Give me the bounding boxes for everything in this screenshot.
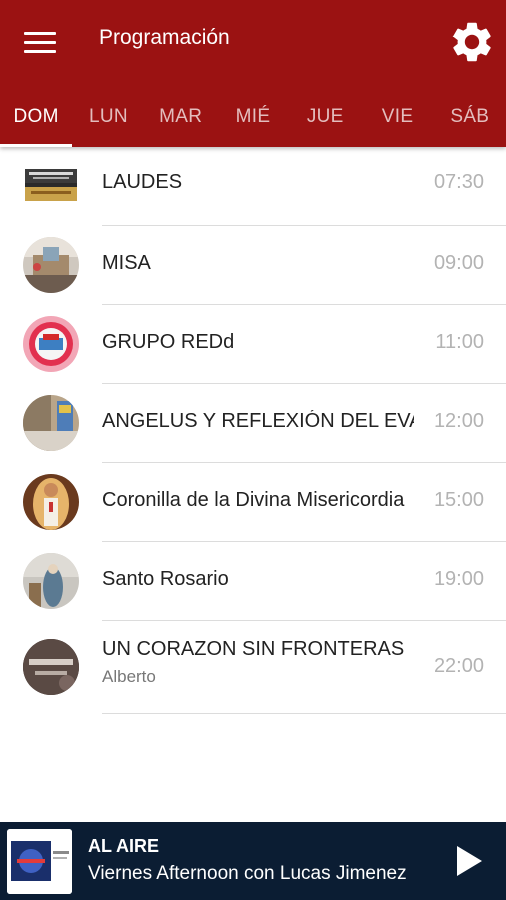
program-host: Alberto xyxy=(102,667,156,686)
program-title: LAUDES xyxy=(102,171,183,193)
program-thumbnail xyxy=(23,316,79,372)
schedule-item[interactable]: ANGELUS Y REFLEXIÓN DEL EVANGELIO 12:00 xyxy=(0,384,506,463)
schedule-item[interactable]: Santo Rosario 19:00 xyxy=(0,542,506,621)
hamburger-menu-icon[interactable] xyxy=(18,24,62,60)
program-title: ANGELUS Y REFLEXIÓN DEL EVANGELIO xyxy=(102,410,414,432)
program-thumbnail xyxy=(23,237,79,293)
program-time: 09:00 xyxy=(433,252,484,274)
program-time: 11:00 xyxy=(435,331,484,353)
program-title: MISA xyxy=(102,252,151,274)
play-icon[interactable] xyxy=(448,840,490,882)
now-playing-show: Viernes Afternoon con Lucas Jimenez xyxy=(88,863,407,884)
program-thumbnail xyxy=(25,169,77,201)
schedule-list: LAUDES 07:30 MISA 09:00 GRUPO REDd 11:00… xyxy=(0,147,506,714)
tab-jue[interactable]: JUE xyxy=(289,86,361,147)
schedule-item[interactable]: UN CORAZON SIN FRONTERAS Alberto 22:00 xyxy=(0,621,506,714)
schedule-item[interactable]: MISA 09:00 xyxy=(0,226,506,305)
gear-icon[interactable] xyxy=(448,18,496,66)
tab-vie[interactable]: VIE xyxy=(361,86,433,147)
schedule-item[interactable]: LAUDES 07:30 xyxy=(0,147,506,226)
tab-mar[interactable]: MAR xyxy=(145,86,217,147)
tab-lun[interactable]: LUN xyxy=(72,86,144,147)
program-title: GRUPO REDd xyxy=(102,331,235,353)
program-thumbnail xyxy=(23,474,79,530)
program-time: 12:00 xyxy=(433,410,484,432)
now-playing-thumbnail xyxy=(7,829,72,894)
program-time: 07:30 xyxy=(433,171,484,193)
program-title: Santo Rosario xyxy=(102,568,229,590)
program-time: 19:00 xyxy=(433,568,484,590)
row-divider xyxy=(102,713,506,714)
app-header: Programación DOM LUN MAR MIÉ JUE VIE SÁB xyxy=(0,0,506,147)
program-time: 22:00 xyxy=(433,655,484,677)
on-air-label: AL AIRE xyxy=(88,836,160,856)
program-thumbnail xyxy=(23,639,79,695)
program-time: 15:00 xyxy=(433,489,484,511)
tab-mie[interactable]: MIÉ xyxy=(217,86,289,147)
page-title: Programación xyxy=(99,26,230,49)
schedule-item[interactable]: Coronilla de la Divina Misericordia 15:0… xyxy=(0,463,506,542)
tab-dom[interactable]: DOM xyxy=(0,86,73,147)
app-screen: Programación DOM LUN MAR MIÉ JUE VIE SÁB xyxy=(0,0,506,900)
program-thumbnail xyxy=(23,395,79,451)
now-playing-bar[interactable]: AL AIRE Viernes Afternoon con Lucas Jime… xyxy=(0,822,506,900)
program-thumbnail xyxy=(23,553,79,609)
tab-sab[interactable]: SÁB xyxy=(434,86,506,147)
day-tabs: DOM LUN MAR MIÉ JUE VIE SÁB xyxy=(0,86,506,147)
schedule-item[interactable]: GRUPO REDd 11:00 xyxy=(0,305,506,384)
program-title: Coronilla de la Divina Misericordia xyxy=(102,489,405,511)
program-title: UN CORAZON SIN FRONTERAS xyxy=(102,638,405,660)
